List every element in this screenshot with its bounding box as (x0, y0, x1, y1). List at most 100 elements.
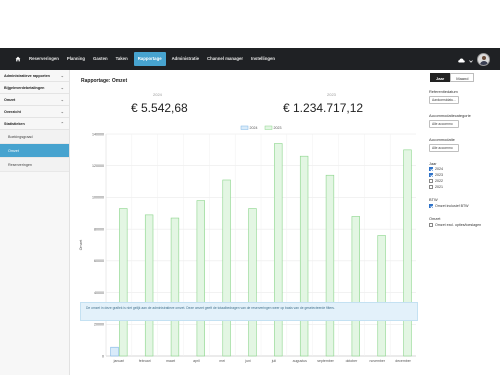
accommodatiecategorie-select[interactable]: Alle accommo (429, 120, 459, 128)
nav-gasten[interactable]: Gasten (89, 48, 112, 70)
home-icon[interactable] (11, 48, 25, 70)
x-tick-label: maart (166, 359, 175, 363)
filter-panel: Jaar Maand Referentiedatum Aankomstdatu.… (425, 70, 500, 375)
sidebar-subitem-boekingsgraad[interactable]: Boekingsgraad (0, 130, 69, 144)
omzet-option-label: Omzet excl. opties/toeslagen (435, 223, 482, 227)
sidebar-item-omzet[interactable]: Omzet ⌄ (0, 94, 69, 106)
nav-instellingen[interactable]: Instellingen (247, 48, 279, 70)
year-option-2023[interactable]: 2023 (429, 173, 443, 177)
bar-2023-februari (144, 214, 154, 357)
y-tick-label: 80000 (94, 227, 104, 231)
legend-swatch-2023 (264, 125, 273, 130)
toggle-maand[interactable]: Maand (450, 73, 475, 82)
checkbox-2021[interactable] (429, 185, 433, 189)
sidebar-subitem-omzet[interactable]: Omzet (0, 144, 69, 158)
bar-2023-augustus (299, 155, 309, 357)
year-option-label: 2021 (435, 185, 443, 189)
period-toggle: Jaar Maand (430, 73, 475, 82)
bar-2023-juni (248, 208, 257, 357)
sidebar-item-bijgeleverdebetalingen[interactable]: Bijgeleverdebetalingen ⌄ (0, 82, 69, 94)
btw-option-label: Omzet inclusief BTW (435, 204, 469, 208)
chevron-down-icon[interactable] (469, 50, 473, 68)
x-tick-label: februari (139, 359, 151, 363)
legend-label-2023: 2023 (274, 126, 282, 130)
nav-reserveringen[interactable]: Reserveringen (25, 48, 63, 70)
x-tick-label: juli (271, 359, 277, 363)
accommodatiecategorie-label: Accommodatiecategorie (429, 113, 471, 118)
avatar[interactable] (477, 52, 490, 66)
x-tick-label: november (369, 359, 385, 363)
sidebar-item-label: Bijgeleverdebetalingen (4, 86, 45, 90)
revenue-chart-svg: 0 20000 40000 60000 80000 100000 120000 140000 O… (79, 125, 416, 363)
checkbox-2023[interactable] (429, 173, 433, 177)
x-tick-label: april (193, 359, 200, 363)
nav-taken[interactable]: Taken (112, 48, 132, 70)
checkbox-2024[interactable] (429, 167, 433, 171)
app: Reserveringen Planning Gasten Taken Rapp… (0, 0, 500, 375)
info-message: De omzet in deze grafiek is niet gelijk … (80, 302, 418, 321)
legend-swatch-2024 (240, 125, 249, 130)
bar-2023-december (403, 149, 412, 357)
sidebar-item-label: Administratieve rapporten (4, 74, 50, 78)
year-option-2024[interactable]: 2024 (429, 167, 443, 171)
y-axis-label: Omzet (79, 240, 83, 251)
checkbox-omzet-excl[interactable] (429, 223, 433, 227)
x-tick-label: augustus (293, 359, 307, 363)
y-tick-label: 0 (102, 354, 104, 358)
bar-2023-november (377, 235, 386, 357)
top-nav-bar: Reserveringen Planning Gasten Taken Rapp… (0, 48, 500, 70)
year-option-label: 2023 (435, 173, 443, 177)
sidebar: Administratieve rapporten ⌄ Bijgeleverde… (0, 70, 70, 375)
total-2024: € 5.542,68 (131, 101, 188, 115)
bar-2023-juli (274, 143, 283, 357)
jaar-label: Jaar (429, 161, 437, 166)
x-tick-label: oktober (346, 359, 359, 363)
btw-label: BTW (429, 197, 438, 202)
sidebar-item-statistieken[interactable]: Statistieken ⌃ (0, 118, 69, 130)
accommodatie-label: Accommodatie (429, 137, 455, 142)
referentiedatum-label: Referentiedatum (429, 89, 458, 94)
year-label-2023: 2023 (327, 92, 336, 97)
bar-2023-september (325, 174, 335, 357)
omzet-label: Omzet (429, 216, 441, 221)
nav-planning[interactable]: Planning (63, 48, 89, 70)
sidebar-item-label: Overzicht (4, 110, 21, 114)
revenue-chart: 0 20000 40000 60000 80000 100000 120000 140000 O… (78, 124, 418, 369)
bar-2023-januari (119, 208, 128, 357)
btw-option[interactable]: Omzet inclusief BTW (429, 204, 469, 208)
bar-2023-april (196, 200, 205, 357)
sidebar-item-label: Statistieken (4, 122, 25, 126)
legend-label-2024: 2024 (250, 126, 258, 130)
main-content: Rapportage: Omzet 2024 € 5.542,68 2023 €… (78, 70, 418, 375)
nav-administratie[interactable]: Administratie (168, 48, 203, 70)
year-label-2024: 2024 (153, 92, 162, 97)
sidebar-subitem-reserveringen[interactable]: Reserveringen (0, 158, 69, 172)
omzet-option[interactable]: Omzet excl. opties/toeslagen (429, 223, 481, 227)
sidebar-item-label: Omzet (4, 98, 16, 102)
x-tick-label: mei (219, 359, 225, 363)
y-tick-label: 60000 (94, 259, 104, 263)
x-tick-label: december (395, 359, 411, 363)
checkbox-btw[interactable] (429, 204, 433, 208)
bar-2023-oktober (351, 216, 360, 357)
bar-2023-mei (222, 179, 231, 357)
nav-rapportage[interactable]: Rapportage (133, 52, 166, 66)
toggle-jaar[interactable]: Jaar (430, 73, 451, 82)
nav-channel-manager[interactable]: Channel manager (203, 48, 247, 70)
x-tick-label: januari (113, 359, 125, 363)
cloud-icon[interactable] (458, 50, 465, 68)
total-2023: € 1.234.717,12 (283, 101, 364, 115)
sidebar-item-administratieve-rapporten[interactable]: Administratieve rapporten ⌄ (0, 70, 69, 82)
sidebar-item-overzicht[interactable]: Overzicht ⌄ (0, 106, 69, 118)
referentiedatum-select[interactable]: Aankomstdatu... (429, 96, 459, 104)
year-option-2022[interactable]: 2022 (429, 179, 443, 183)
year-option-2021[interactable]: 2021 (429, 185, 443, 189)
checkbox-2022[interactable] (429, 179, 433, 183)
x-tick-label: juni (244, 359, 251, 363)
accommodatie-select[interactable]: Alle accommo (429, 144, 459, 152)
y-tick-label: 100000 (92, 196, 104, 200)
chevron-down-icon: ⌄ (60, 85, 64, 90)
bar-2023-maart (170, 217, 180, 357)
chevron-up-icon: ⌃ (60, 121, 64, 126)
chevron-down-icon: ⌄ (60, 73, 64, 78)
